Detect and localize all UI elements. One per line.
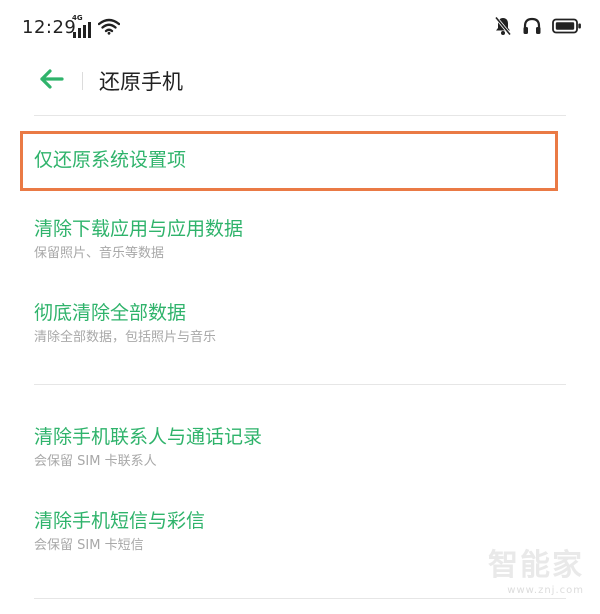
back-button[interactable] xyxy=(34,66,68,96)
watermark-url: www.znj.com xyxy=(507,585,584,596)
option-clear-downloaded-apps[interactable]: 清除下载应用与应用数据 保留照片、音乐等数据 xyxy=(20,217,560,263)
option-title: 彻底清除全部数据 xyxy=(34,302,187,324)
watermark-logo: 智能家 xyxy=(488,548,584,583)
option-subtitle: 会保留 SIM 卡短信 xyxy=(34,538,144,553)
reset-phone-screen: 12:29 4G 还原手机 仅还原系统设置项 清除下载应用与应用数据 保留照片、… xyxy=(0,0,600,614)
headset-icon xyxy=(522,16,542,40)
battery-icon xyxy=(552,18,582,38)
back-arrow-icon xyxy=(38,68,64,94)
option-subtitle: 清除全部数据，包括照片与音乐 xyxy=(34,330,217,345)
section-divider xyxy=(34,384,566,385)
option-title: 清除手机短信与彩信 xyxy=(34,510,206,532)
header-divider xyxy=(34,115,566,116)
page-title: 还原手机 xyxy=(99,70,183,94)
bottom-divider xyxy=(34,598,566,599)
title-divider xyxy=(82,72,83,90)
option-erase-all-data[interactable]: 彻底清除全部数据 清除全部数据，包括照片与音乐 xyxy=(20,301,560,347)
status-right-icons xyxy=(494,16,582,40)
network-type-label: 4G xyxy=(72,14,83,22)
option-subtitle: 会保留 SIM 卡联系人 xyxy=(34,454,157,469)
option-clear-sms-mms[interactable]: 清除手机短信与彩信 会保留 SIM 卡短信 xyxy=(20,509,560,555)
mute-icon xyxy=(494,16,512,40)
option-title: 仅还原系统设置项 xyxy=(34,149,187,171)
option-title: 清除手机联系人与通话记录 xyxy=(34,426,263,448)
watermark: 智能家 www.znj.com xyxy=(488,549,584,597)
option-subtitle: 保留照片、音乐等数据 xyxy=(34,246,165,261)
option-reset-system-settings[interactable]: 仅还原系统设置项 xyxy=(20,148,560,172)
option-clear-contacts-call-log[interactable]: 清除手机联系人与通话记录 会保留 SIM 卡联系人 xyxy=(20,425,560,471)
title-bar: 还原手机 xyxy=(0,58,600,108)
status-time: 12:29 xyxy=(22,17,77,38)
option-title: 清除下载应用与应用数据 xyxy=(34,218,244,240)
status-bar: 12:29 4G xyxy=(0,0,600,58)
wifi-icon xyxy=(97,18,121,39)
